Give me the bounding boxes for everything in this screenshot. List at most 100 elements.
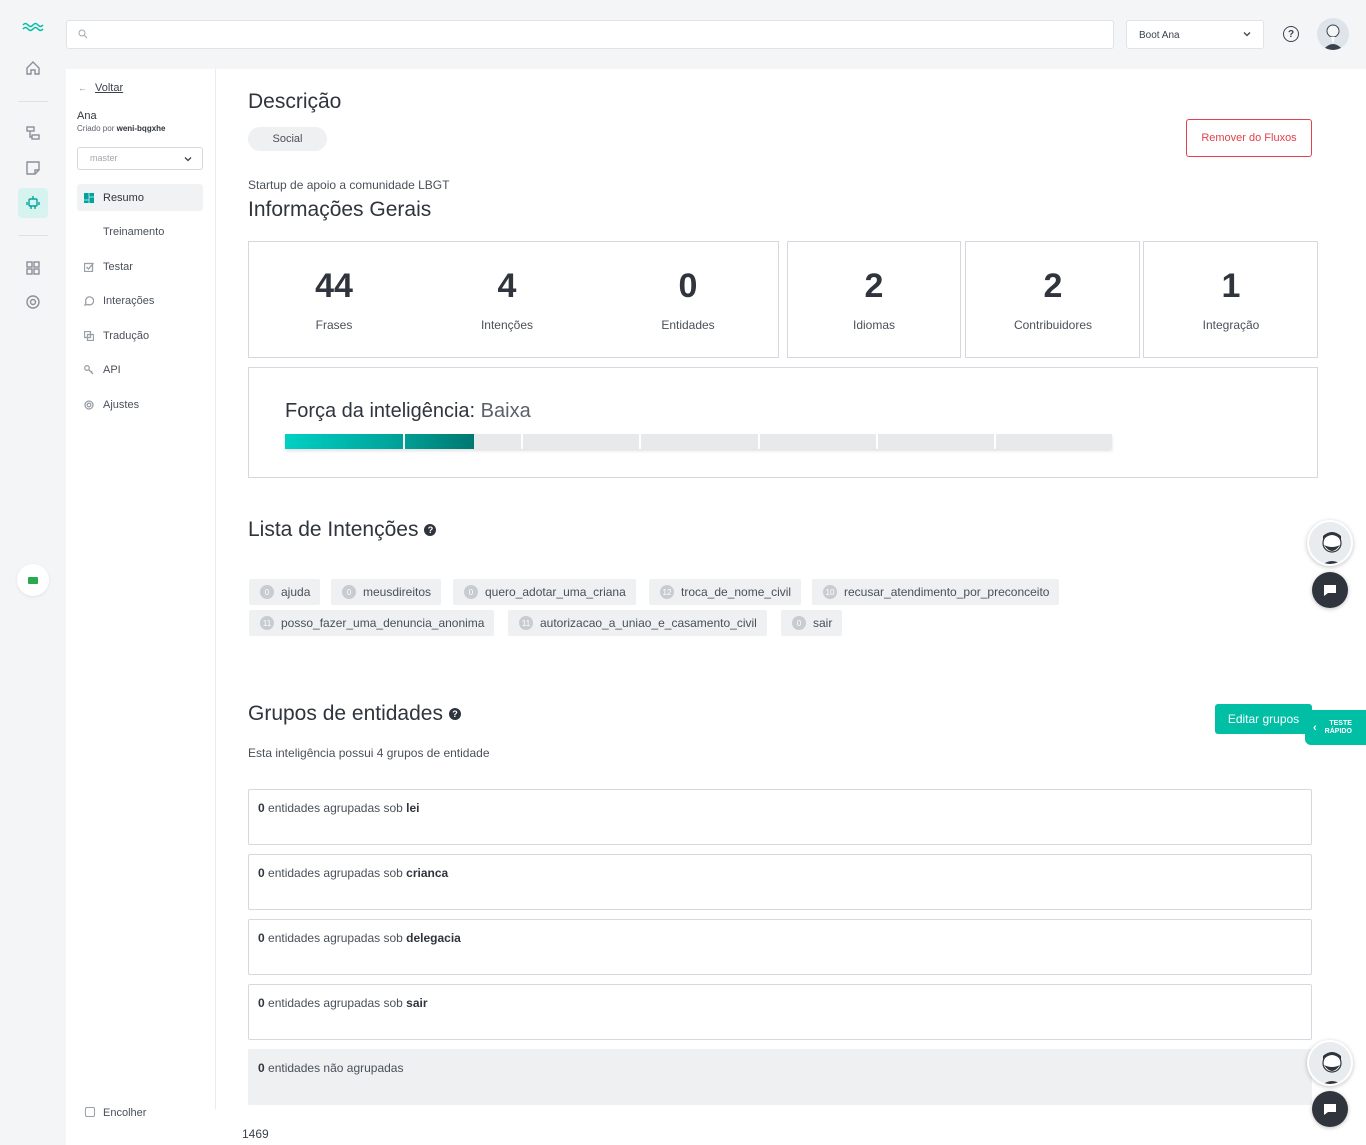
intent-tag[interactable]: 0 sair [781, 610, 843, 636]
entity-group-row[interactable]: 0 entidades agrupadas sob delegacia [248, 919, 1312, 975]
back-label[interactable]: Voltar [95, 82, 123, 94]
chat-bubble-icon [1324, 585, 1336, 596]
edit-groups-button[interactable]: Editar grupos [1215, 704, 1312, 734]
group-text: entidades agrupadas sob [268, 931, 403, 945]
back-link[interactable]: ← Voltar [78, 82, 123, 94]
chat-launcher-button[interactable] [1312, 572, 1348, 608]
force-segment-divider [994, 434, 996, 449]
flows-icon[interactable] [18, 118, 48, 148]
intent-count: 12 [660, 585, 674, 599]
intent-tag[interactable]: 0 meusdireitos [331, 579, 442, 605]
group-text: entidades agrupadas sob [268, 801, 403, 815]
bot-selector-label: Boot Ana [1139, 30, 1180, 41]
sidebar-item-ajustes[interactable]: Ajustes [77, 391, 203, 418]
quick-test-tab[interactable]: ‹ TESTE RÁPIDO [1305, 710, 1366, 745]
ungrouped-text: entidades não agrupadas [268, 1061, 404, 1075]
user-avatar[interactable] [1317, 18, 1349, 50]
quick-test-line2: RÁPIDO [1324, 727, 1352, 735]
search-icon [78, 29, 88, 39]
sidebar-item-interacoes[interactable]: Interações [77, 287, 203, 314]
assistant-avatar[interactable] [1307, 520, 1353, 566]
intent-tag[interactable]: 11 posso_fazer_uma_denuncia_anonima [249, 610, 495, 636]
translate-icon [83, 330, 95, 342]
force-progress-fill [285, 434, 474, 449]
group-text: entidades agrupadas sob [268, 996, 403, 1010]
stat-idiomas: 2 Idiomas [804, 242, 944, 332]
branch-select[interactable]: master [77, 147, 203, 170]
stat-value: 1 [1221, 267, 1241, 305]
description-text: Startup de apoio a comunidade LBGT [248, 178, 450, 192]
intelligence-force-panel: Força da inteligência: Baixa [248, 367, 1318, 478]
sidebar-item-testar[interactable]: Testar [77, 253, 203, 280]
stat-label: Frases [315, 318, 353, 332]
help-question-icon[interactable]: ? [424, 524, 437, 537]
intent-tag[interactable]: 0 quero_adotar_uma_criana [453, 579, 636, 605]
stat-label: Contribuidores [1013, 318, 1093, 332]
group-name: sair [406, 996, 428, 1010]
chevron-left-icon: ‹ [1313, 721, 1317, 734]
stat-contribuidores: 2 Contribuidores [983, 242, 1123, 332]
stat-label: Intenções [480, 318, 534, 332]
settings-gear-icon[interactable] [18, 287, 48, 317]
intent-tag[interactable]: 0 ajuda [249, 579, 321, 605]
footer-count: 1469 [242, 1127, 269, 1141]
rail-divider [18, 235, 48, 236]
entity-group-row[interactable]: 0 entidades agrupadas sob sair [248, 984, 1312, 1040]
intent-count: 0 [792, 616, 806, 630]
sidebar-item-treinamento[interactable]: Treinamento [77, 218, 203, 245]
ai-robot-icon[interactable] [18, 188, 48, 218]
search-bar[interactable] [66, 20, 1114, 49]
sidebar-item-label: Treinamento [103, 225, 165, 238]
entity-group-row[interactable]: 0 entidades agrupadas sob lei [248, 789, 1312, 845]
force-title: Força da inteligência: Baixa [285, 400, 531, 423]
home-icon[interactable] [18, 53, 48, 83]
general-info-title: Informações Gerais [248, 198, 432, 221]
bot-creator: Criado por weni-bqgxhe [77, 124, 165, 133]
intent-tag[interactable]: 10 recusar_atendimento_por_preconceito [812, 579, 1060, 605]
chat-launcher-button[interactable] [1312, 1091, 1348, 1127]
intent-tag[interactable]: 11 autorizacao_a_uniao_e_casamento_civil [508, 610, 767, 636]
gear-icon [84, 400, 94, 410]
ungrouped-entities-row[interactable]: 0 entidades não agrupadas [248, 1049, 1312, 1105]
stat-value: 4 [497, 267, 517, 305]
help-icon[interactable]: ? [1283, 26, 1299, 42]
intent-tag[interactable]: 12 troca_de_nome_civil [649, 579, 802, 605]
group-text: entidades agrupadas sob [268, 866, 403, 880]
rail-divider [18, 101, 48, 102]
chevron-down-icon [184, 157, 192, 162]
bot-selector[interactable]: Boot Ana [1126, 20, 1264, 49]
search-input[interactable] [93, 24, 1093, 45]
assistant-avatar[interactable] [1307, 1040, 1353, 1086]
remove-from-flows-button[interactable]: Remover do Fluxos [1186, 119, 1312, 157]
sidebar-item-label: Ajustes [103, 398, 140, 411]
check-icon [83, 262, 94, 273]
bot-sidebar: ← Voltar Ana Criado por weni-bqgxhe maste… [66, 69, 216, 1109]
intent-name: recusar_atendimento_por_preconceito [844, 585, 1050, 599]
stat-value: 2 [864, 267, 884, 305]
entity-group-row[interactable]: 0 entidades agrupadas sob crianca [248, 854, 1312, 910]
weni-logo-icon[interactable] [22, 20, 44, 34]
apps-icon[interactable] [18, 253, 48, 283]
key-icon [84, 365, 94, 375]
sidebar-item-resumo[interactable]: Resumo [77, 184, 203, 211]
stat-intencoes: 4 Intenções [437, 242, 577, 332]
group-count: 0 [258, 931, 265, 945]
group-name: crianca [406, 866, 449, 880]
avatar-illustration-icon [1323, 24, 1343, 50]
intent-count: 11 [260, 616, 274, 630]
category-chip: Social [248, 127, 327, 151]
notes-icon[interactable] [18, 153, 48, 183]
force-label: Força da inteligência: [285, 400, 476, 422]
stat-label: Idiomas [852, 318, 896, 332]
group-name: delegacia [406, 931, 461, 945]
sidebar-item-api[interactable]: API [77, 356, 203, 383]
bot-name: Ana [77, 110, 97, 122]
quick-test-line1: TESTE [1329, 719, 1352, 727]
sidebar-item-traducao[interactable]: Tradução [77, 322, 203, 349]
group-count: 0 [258, 996, 265, 1010]
collapse-sidebar-button[interactable]: Encolher [85, 1107, 146, 1119]
help-question-icon[interactable]: ? [448, 708, 461, 721]
group-name: lei [406, 801, 420, 815]
icon-rail [0, 0, 66, 1145]
status-badge[interactable] [17, 564, 49, 596]
